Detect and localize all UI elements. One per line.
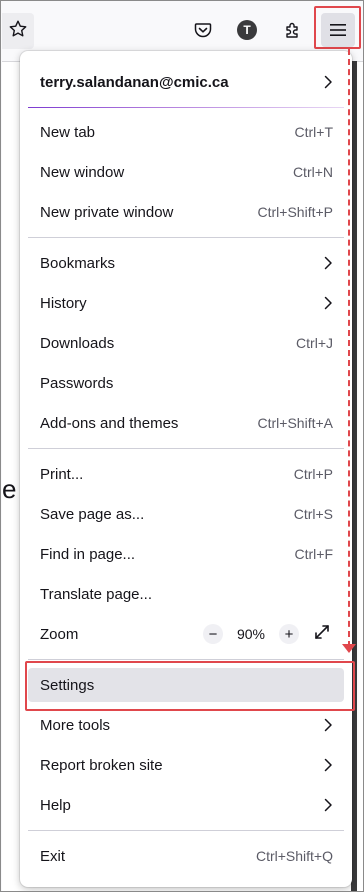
menu-item-more-tools[interactable]: More tools: [28, 708, 344, 742]
account-separator: [28, 107, 344, 108]
menu-button-highlight: [314, 6, 361, 49]
menu-item-addons-themes[interactable]: Add-ons and themes Ctrl+Shift+A: [28, 406, 344, 440]
fullscreen-icon: [314, 624, 330, 644]
fullscreen-button[interactable]: [311, 623, 333, 645]
menu-item-save-page-as[interactable]: Save page as... Ctrl+S: [28, 497, 344, 531]
pocket-button[interactable]: [186, 13, 220, 47]
star-icon: [8, 19, 28, 44]
bookmark-star-button[interactable]: [2, 13, 34, 49]
chevron-right-icon: [323, 798, 333, 812]
menu-item-help[interactable]: Help: [28, 788, 344, 822]
page-text-fragment: e: [2, 474, 17, 504]
browser-window: T e terry.salandanan@cmic.ca New tab Ctr…: [0, 0, 364, 892]
settings-highlight: [25, 661, 355, 711]
chevron-right-icon: [323, 758, 333, 772]
menu-item-downloads[interactable]: Downloads Ctrl+J: [28, 326, 344, 360]
chevron-right-icon: [323, 718, 333, 732]
extensions-button[interactable]: [276, 13, 310, 47]
menu-item-history[interactable]: History: [28, 286, 344, 320]
annotation-arrowhead-icon: [342, 644, 356, 653]
zoom-controls: − 90% +: [203, 623, 333, 645]
account-email: terry.salandanan@cmic.ca: [40, 73, 229, 91]
avatar: T: [237, 20, 257, 40]
menu-separator: [28, 659, 344, 660]
chevron-right-icon: [323, 256, 333, 270]
menu-item-print[interactable]: Print... Ctrl+P: [28, 457, 344, 491]
menu-separator: [28, 448, 344, 449]
account-row[interactable]: terry.salandanan@cmic.ca: [28, 64, 344, 100]
zoom-level[interactable]: 90%: [223, 626, 279, 642]
account-button[interactable]: T: [230, 13, 264, 47]
app-menu-panel: terry.salandanan@cmic.ca New tab Ctrl+T …: [20, 51, 352, 887]
menu-item-new-private-window[interactable]: New private window Ctrl+Shift+P: [28, 195, 344, 229]
zoom-out-button[interactable]: −: [203, 624, 223, 644]
menu-item-bookmarks[interactable]: Bookmarks: [28, 246, 344, 280]
menu-item-exit[interactable]: Exit Ctrl+Shift+Q: [28, 839, 344, 873]
menu-item-report-broken-site[interactable]: Report broken site: [28, 748, 344, 782]
chevron-right-icon: [323, 296, 333, 310]
chevron-right-icon: [323, 75, 333, 89]
menu-item-new-tab[interactable]: New tab Ctrl+T: [28, 115, 344, 149]
zoom-in-button[interactable]: +: [279, 624, 299, 644]
menu-separator: [28, 237, 344, 238]
menu-item-passwords[interactable]: Passwords: [28, 366, 344, 400]
pocket-icon: [193, 20, 213, 40]
annotation-dashed-line: [348, 49, 350, 647]
menu-item-translate-page[interactable]: Translate page...: [28, 577, 344, 611]
menu-separator: [28, 830, 344, 831]
menu-item-find-in-page[interactable]: Find in page... Ctrl+F: [28, 537, 344, 571]
puzzle-icon: [283, 20, 303, 40]
menu-item-new-window[interactable]: New window Ctrl+N: [28, 155, 344, 189]
menu-item-zoom: Zoom − 90% +: [28, 617, 344, 651]
